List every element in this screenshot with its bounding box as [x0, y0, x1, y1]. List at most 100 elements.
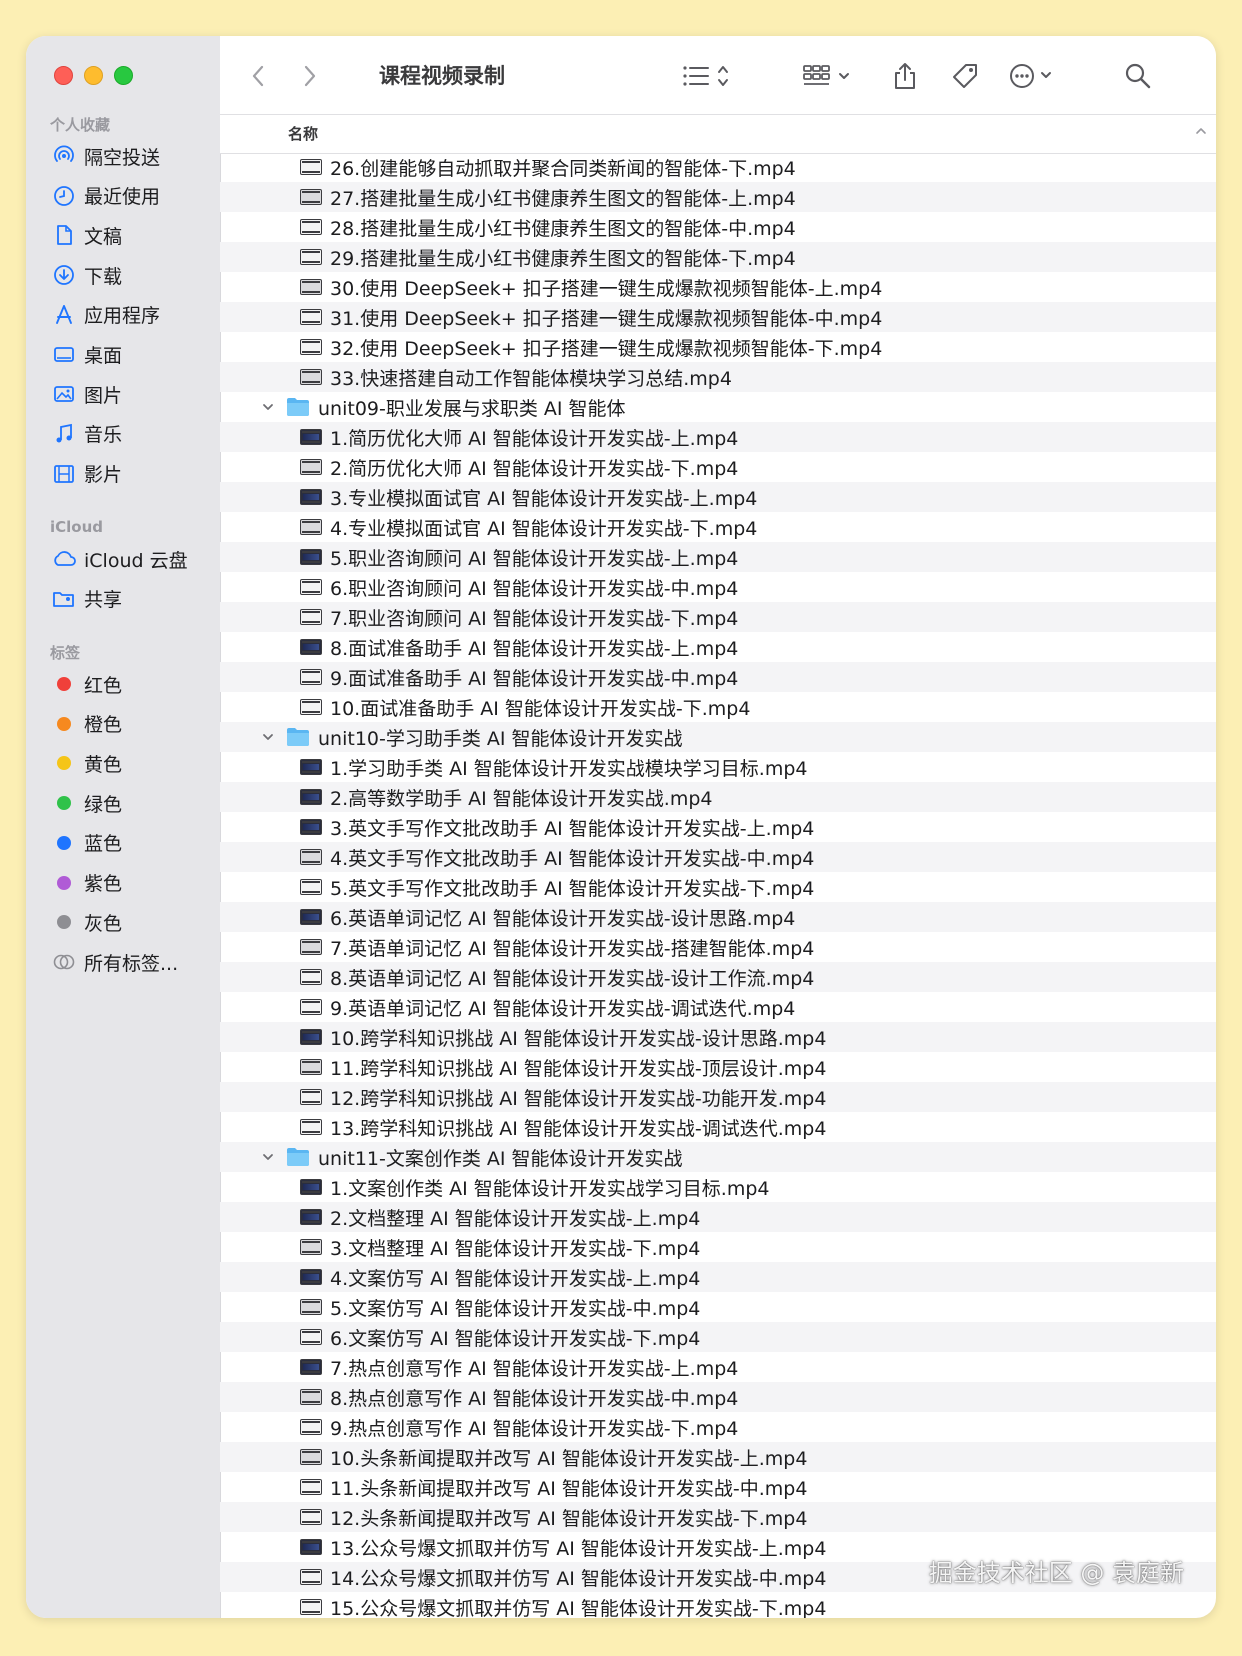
sidebar-tag-item[interactable]: 蓝色 — [50, 827, 122, 859]
file-row[interactable]: 8.英语单词记忆 AI 智能体设计开发实战-设计工作流.mp4 — [220, 962, 1216, 992]
file-name: 11.跨学科知识挑战 AI 智能体设计开发实战-顶层设计.mp4 — [330, 1057, 827, 1080]
file-row[interactable]: 3.文档整理 AI 智能体设计开发实战-下.mp4 — [220, 1232, 1216, 1262]
sidebar-item-clock[interactable]: 最近使用 — [50, 180, 160, 212]
sidebar-tag-item[interactable]: 橙色 — [50, 708, 122, 740]
file-row[interactable]: 1.简历优化大师 AI 智能体设计开发实战-上.mp4 — [220, 422, 1216, 452]
tag-button[interactable] — [950, 60, 980, 92]
video-file-icon — [300, 1268, 322, 1286]
forward-button[interactable] — [300, 60, 318, 92]
disclosure-chevron-icon[interactable] — [260, 400, 276, 414]
tag-color-dot-icon — [57, 716, 71, 731]
file-row[interactable]: 6.文案仿写 AI 智能体设计开发实战-下.mp4 — [220, 1322, 1216, 1352]
sidebar-item-film[interactable]: 影片 — [50, 458, 122, 490]
file-name: 28.搭建批量生成小红书健康养生图文的智能体-中.mp4 — [330, 217, 796, 240]
file-name: 8.热点创意写作 AI 智能体设计开发实战-中.mp4 — [330, 1387, 739, 1410]
video-file-icon — [300, 188, 322, 206]
video-file-icon — [300, 1508, 322, 1526]
folder-row[interactable]: unit11-文案创作类 AI 智能体设计开发实战 — [220, 1142, 1216, 1172]
video-file-icon — [300, 308, 322, 326]
file-row[interactable]: 11.头条新闻提取并改写 AI 智能体设计开发实战-中.mp4 — [220, 1472, 1216, 1502]
sidebar-tag-item[interactable]: 黄色 — [50, 747, 122, 779]
close-button[interactable] — [54, 66, 73, 85]
sidebar-item-label: 橙色 — [84, 714, 123, 737]
file-row[interactable]: 31.使用 DeepSeek+ 扣子搭建一键生成爆款视频智能体-中.mp4 — [220, 302, 1216, 332]
sidebar-item-photo[interactable]: 图片 — [50, 378, 122, 410]
column-name-header[interactable]: 名称 — [288, 123, 318, 144]
sidebar-item-all-tags[interactable]: 所有标签... — [50, 946, 178, 978]
file-row[interactable]: 9.面试准备助手 AI 智能体设计开发实战-中.mp4 — [220, 662, 1216, 692]
share-button[interactable] — [892, 60, 918, 92]
file-row[interactable]: 28.搭建批量生成小红书健康养生图文的智能体-中.mp4 — [220, 212, 1216, 242]
back-button[interactable] — [250, 60, 268, 92]
file-row[interactable]: 10.跨学科知识挑战 AI 智能体设计开发实战-设计思路.mp4 — [220, 1022, 1216, 1052]
file-row[interactable]: 5.文案仿写 AI 智能体设计开发实战-中.mp4 — [220, 1292, 1216, 1322]
file-name: 2.高等数学助手 AI 智能体设计开发实战.mp4 — [330, 787, 713, 810]
file-row[interactable]: 11.跨学科知识挑战 AI 智能体设计开发实战-顶层设计.mp4 — [220, 1052, 1216, 1082]
folder-row[interactable]: unit09-职业发展与求职类 AI 智能体 — [220, 392, 1216, 422]
file-row[interactable]: 5.职业咨询顾问 AI 智能体设计开发实战-上.mp4 — [220, 542, 1216, 572]
sidebar-item-download[interactable]: 下载 — [50, 259, 122, 291]
file-row[interactable]: 1.文案创作类 AI 智能体设计开发实战学习目标.mp4 — [220, 1172, 1216, 1202]
group-button[interactable] — [802, 60, 856, 92]
sidebar-item-cloud[interactable]: iCloud 云盘 — [50, 543, 188, 575]
file-row[interactable]: 15.公众号爆文抓取并仿写 AI 智能体设计开发实战-下.mp4 — [220, 1592, 1216, 1618]
tag-color-dot-icon — [57, 796, 71, 811]
file-row[interactable]: 26.创建能够自动抓取并聚合同类新闻的智能体-下.mp4 — [220, 152, 1216, 182]
file-row[interactable]: 5.英文手写作文批改助手 AI 智能体设计开发实战-下.mp4 — [220, 872, 1216, 902]
sidebar-tag-item[interactable]: 绿色 — [50, 787, 122, 819]
file-row[interactable]: 27.搭建批量生成小红书健康养生图文的智能体-上.mp4 — [220, 182, 1216, 212]
file-row[interactable]: 2.高等数学助手 AI 智能体设计开发实战.mp4 — [220, 782, 1216, 812]
file-row[interactable]: 10.头条新闻提取并改写 AI 智能体设计开发实战-上.mp4 — [220, 1442, 1216, 1472]
list-view-button[interactable] — [682, 60, 732, 92]
sidebar-item-applications[interactable]: 应用程序 — [50, 299, 160, 331]
video-file-icon — [300, 1328, 322, 1346]
file-row[interactable]: 2.简历优化大师 AI 智能体设计开发实战-下.mp4 — [220, 452, 1216, 482]
file-row[interactable]: 7.热点创意写作 AI 智能体设计开发实战-上.mp4 — [220, 1352, 1216, 1382]
zoom-button[interactable] — [114, 66, 133, 85]
file-name: 27.搭建批量生成小红书健康养生图文的智能体-上.mp4 — [330, 187, 796, 210]
file-row[interactable]: 9.热点创意写作 AI 智能体设计开发实战-下.mp4 — [220, 1412, 1216, 1442]
file-row[interactable]: 6.职业咨询顾问 AI 智能体设计开发实战-中.mp4 — [220, 572, 1216, 602]
file-row[interactable]: 10.面试准备助手 AI 智能体设计开发实战-下.mp4 — [220, 692, 1216, 722]
file-row[interactable]: 4.专业模拟面试官 AI 智能体设计开发实战-下.mp4 — [220, 512, 1216, 542]
file-row[interactable]: 1.学习助手类 AI 智能体设计开发实战模块学习目标.mp4 — [220, 752, 1216, 782]
file-row[interactable]: 4.文案仿写 AI 智能体设计开发实战-上.mp4 — [220, 1262, 1216, 1292]
sidebar-item-desktop[interactable]: 桌面 — [50, 339, 122, 371]
file-row[interactable]: 8.热点创意写作 AI 智能体设计开发实战-中.mp4 — [220, 1382, 1216, 1412]
disclosure-chevron-icon[interactable] — [260, 1150, 276, 1164]
file-row[interactable]: 2.文档整理 AI 智能体设计开发实战-上.mp4 — [220, 1202, 1216, 1232]
file-row[interactable]: 6.英语单词记忆 AI 智能体设计开发实战-设计思路.mp4 — [220, 902, 1216, 932]
file-row[interactable]: 4.英文手写作文批改助手 AI 智能体设计开发实战-中.mp4 — [220, 842, 1216, 872]
file-row[interactable]: 33.快速搭建自动工作智能体模块学习总结.mp4 — [220, 362, 1216, 392]
folder-row[interactable]: unit10-学习助手类 AI 智能体设计开发实战 — [220, 722, 1216, 752]
file-row[interactable]: 8.面试准备助手 AI 智能体设计开发实战-上.mp4 — [220, 632, 1216, 662]
file-row[interactable]: 12.头条新闻提取并改写 AI 智能体设计开发实战-下.mp4 — [220, 1502, 1216, 1532]
sidebar-item-label: 下载 — [84, 265, 123, 288]
file-row[interactable]: 30.使用 DeepSeek+ 扣子搭建一键生成爆款视频智能体-上.mp4 — [220, 272, 1216, 302]
file-row[interactable]: 13.跨学科知识挑战 AI 智能体设计开发实战-调试迭代.mp4 — [220, 1112, 1216, 1142]
file-row[interactable]: 12.跨学科知识挑战 AI 智能体设计开发实战-功能开发.mp4 — [220, 1082, 1216, 1112]
sidebar-item-shared-folder[interactable]: 共享 — [50, 583, 122, 615]
sidebar-item-airdrop[interactable]: 隔空投送 — [50, 140, 160, 172]
sidebar-item-document[interactable]: 文稿 — [50, 219, 122, 251]
search-button[interactable] — [1124, 60, 1152, 92]
file-row[interactable]: 7.职业咨询顾问 AI 智能体设计开发实战-下.mp4 — [220, 602, 1216, 632]
file-name: 32.使用 DeepSeek+ 扣子搭建一键生成爆款视频智能体-下.mp4 — [330, 337, 883, 360]
file-row[interactable]: 3.专业模拟面试官 AI 智能体设计开发实战-上.mp4 — [220, 482, 1216, 512]
sidebar-tag-item[interactable]: 红色 — [50, 668, 122, 700]
disclosure-chevron-icon[interactable] — [260, 730, 276, 744]
file-row[interactable]: 7.英语单词记忆 AI 智能体设计开发实战-搭建智能体.mp4 — [220, 932, 1216, 962]
more-actions-button[interactable] — [1008, 60, 1058, 92]
ellipsis-circle-icon — [1010, 64, 1051, 88]
sort-indicator[interactable] — [1194, 123, 1208, 142]
file-row[interactable]: 9.英语单词记忆 AI 智能体设计开发实战-调试迭代.mp4 — [220, 992, 1216, 1022]
file-name: 7.热点创意写作 AI 智能体设计开发实战-上.mp4 — [330, 1357, 739, 1380]
file-row[interactable]: 29.搭建批量生成小红书健康养生图文的智能体-下.mp4 — [220, 242, 1216, 272]
file-row[interactable]: 3.英文手写作文批改助手 AI 智能体设计开发实战-上.mp4 — [220, 812, 1216, 842]
minimize-button[interactable] — [84, 66, 103, 85]
sidebar-item-music[interactable]: 音乐 — [50, 418, 122, 450]
folder-icon — [286, 1148, 310, 1166]
file-row[interactable]: 32.使用 DeepSeek+ 扣子搭建一键生成爆款视频智能体-下.mp4 — [220, 332, 1216, 362]
sidebar-tag-item[interactable]: 紫色 — [50, 867, 122, 899]
sidebar-tag-item[interactable]: 灰色 — [50, 906, 122, 938]
